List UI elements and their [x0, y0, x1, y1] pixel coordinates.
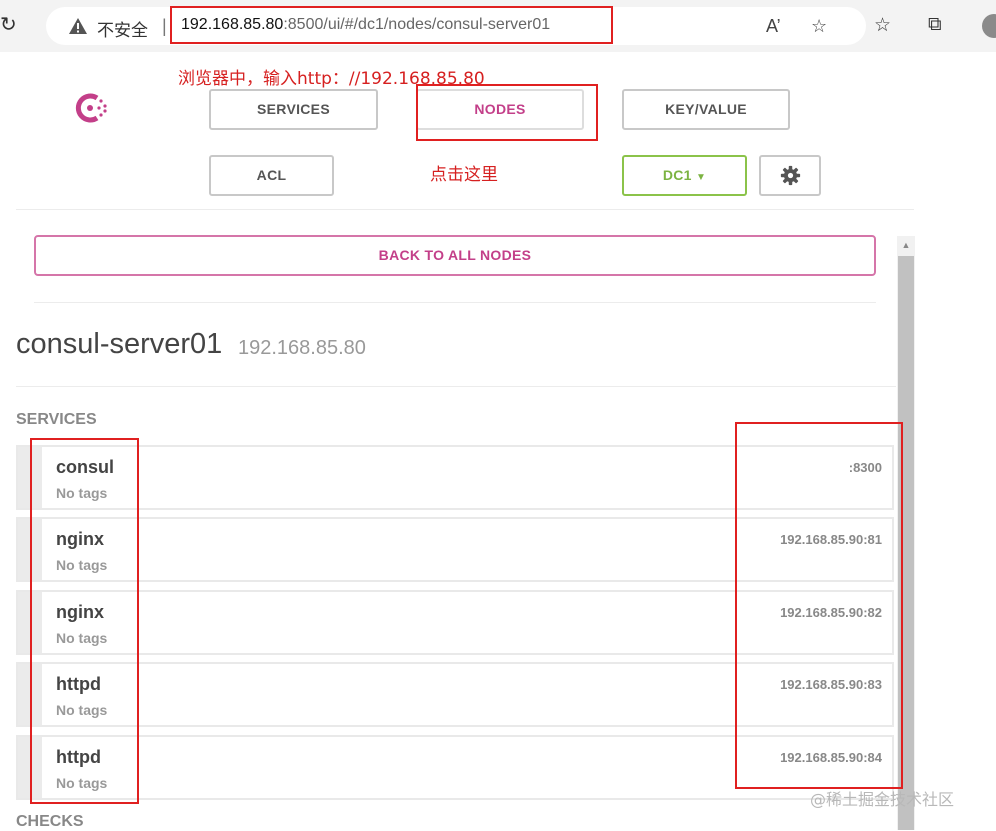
warning-icon[interactable] — [68, 17, 88, 35]
annotation-box-service-names — [30, 438, 139, 804]
gear-icon — [780, 165, 801, 186]
address-separator: | — [162, 16, 167, 36]
node-title: consul-server01 — [16, 328, 223, 360]
nav-divider — [16, 209, 914, 210]
security-label[interactable]: 不安全 — [97, 16, 148, 41]
profile-avatar[interactable] — [982, 14, 996, 38]
services-section-heading: SERVICES — [16, 411, 97, 428]
reload-icon[interactable]: ↻ — [0, 13, 22, 37]
node-ip: 192.168.85.80 — [238, 337, 366, 359]
annotation-click-hint: 点击这里 — [430, 165, 498, 185]
annotation-box-service-addresses — [735, 422, 903, 789]
favorites-icon[interactable]: ☆ — [874, 14, 891, 37]
nav-acl-button[interactable]: ACL — [209, 155, 334, 196]
content-divider — [34, 302, 876, 303]
datacenter-dropdown[interactable]: DC1 ▼ — [622, 155, 747, 196]
title-divider — [16, 386, 896, 387]
nav-key-value-button[interactable]: KEY/VALUE — [622, 89, 790, 130]
back-to-all-nodes-button[interactable]: BACK TO ALL NODES — [34, 235, 876, 276]
annotation-box-nodes — [416, 84, 598, 141]
settings-button[interactable] — [759, 155, 821, 196]
caret-down-icon: ▼ — [695, 172, 707, 183]
datacenter-label: DC1 — [662, 167, 692, 183]
annotation-box-url — [170, 6, 613, 44]
read-aloud-icon[interactable]: A’ — [766, 16, 781, 37]
checks-section-heading: CHECKS — [16, 813, 84, 830]
collections-icon[interactable]: ⧉ — [928, 14, 942, 36]
add-favorite-icon[interactable]: ☆ — [811, 16, 827, 37]
nav-services-button[interactable]: SERVICES — [209, 89, 378, 130]
scroll-up-arrow-icon[interactable]: ▲ — [897, 240, 915, 252]
consul-logo[interactable] — [73, 92, 109, 124]
watermark-text: @稀土掘金技术社区 — [810, 790, 955, 809]
